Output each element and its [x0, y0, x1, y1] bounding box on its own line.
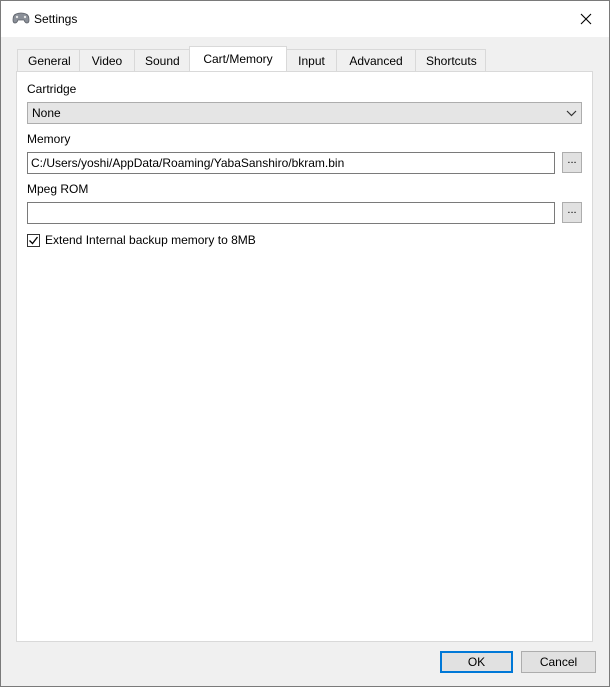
tab-advanced[interactable]: Advanced	[336, 49, 416, 71]
close-button[interactable]	[563, 1, 609, 37]
extend-backup-checkbox[interactable]	[27, 233, 40, 247]
memory-browse-button[interactable]: ...	[562, 152, 582, 173]
chevron-down-icon	[566, 106, 577, 123]
tab-sound[interactable]: Sound	[134, 49, 190, 71]
cancel-button[interactable]: Cancel	[521, 651, 596, 673]
tab-bar: General Video Sound Cart/Memory Input Ad…	[17, 46, 486, 71]
mpeg-rom-browse-button[interactable]: ...	[562, 202, 582, 223]
tab-general[interactable]: General	[17, 49, 80, 71]
memory-path-field[interactable]: C:/Users/yoshi/AppData/Roaming/YabaSansh…	[27, 152, 555, 174]
checkmark-icon	[29, 236, 39, 244]
settings-window: Settings General Video Sound Cart/Memory…	[0, 0, 610, 687]
mpeg-rom-label: Mpeg ROM	[27, 182, 89, 196]
ok-button[interactable]: OK	[440, 651, 513, 673]
extend-backup-option[interactable]: Extend Internal backup memory to 8MB	[27, 233, 256, 247]
extend-backup-label: Extend Internal backup memory to 8MB	[45, 233, 256, 247]
cartridge-select[interactable]: None	[27, 102, 582, 124]
tab-input[interactable]: Input	[286, 49, 337, 71]
memory-label: Memory	[27, 132, 71, 146]
cartridge-selected-value: None	[32, 106, 61, 120]
window-title: Settings	[34, 12, 78, 26]
tab-shortcuts[interactable]: Shortcuts	[415, 49, 486, 71]
tab-cart-memory[interactable]: Cart/Memory	[189, 46, 287, 71]
mpeg-rom-path-field[interactable]	[27, 202, 555, 224]
tab-video[interactable]: Video	[79, 49, 135, 71]
gamepad-icon	[12, 11, 30, 25]
cart-memory-panel: Cartridge None Memory C:/Users/yoshi/App…	[16, 71, 593, 642]
title-bar[interactable]: Settings	[1, 1, 609, 37]
cartridge-label: Cartridge	[27, 82, 77, 96]
close-icon	[580, 13, 592, 25]
